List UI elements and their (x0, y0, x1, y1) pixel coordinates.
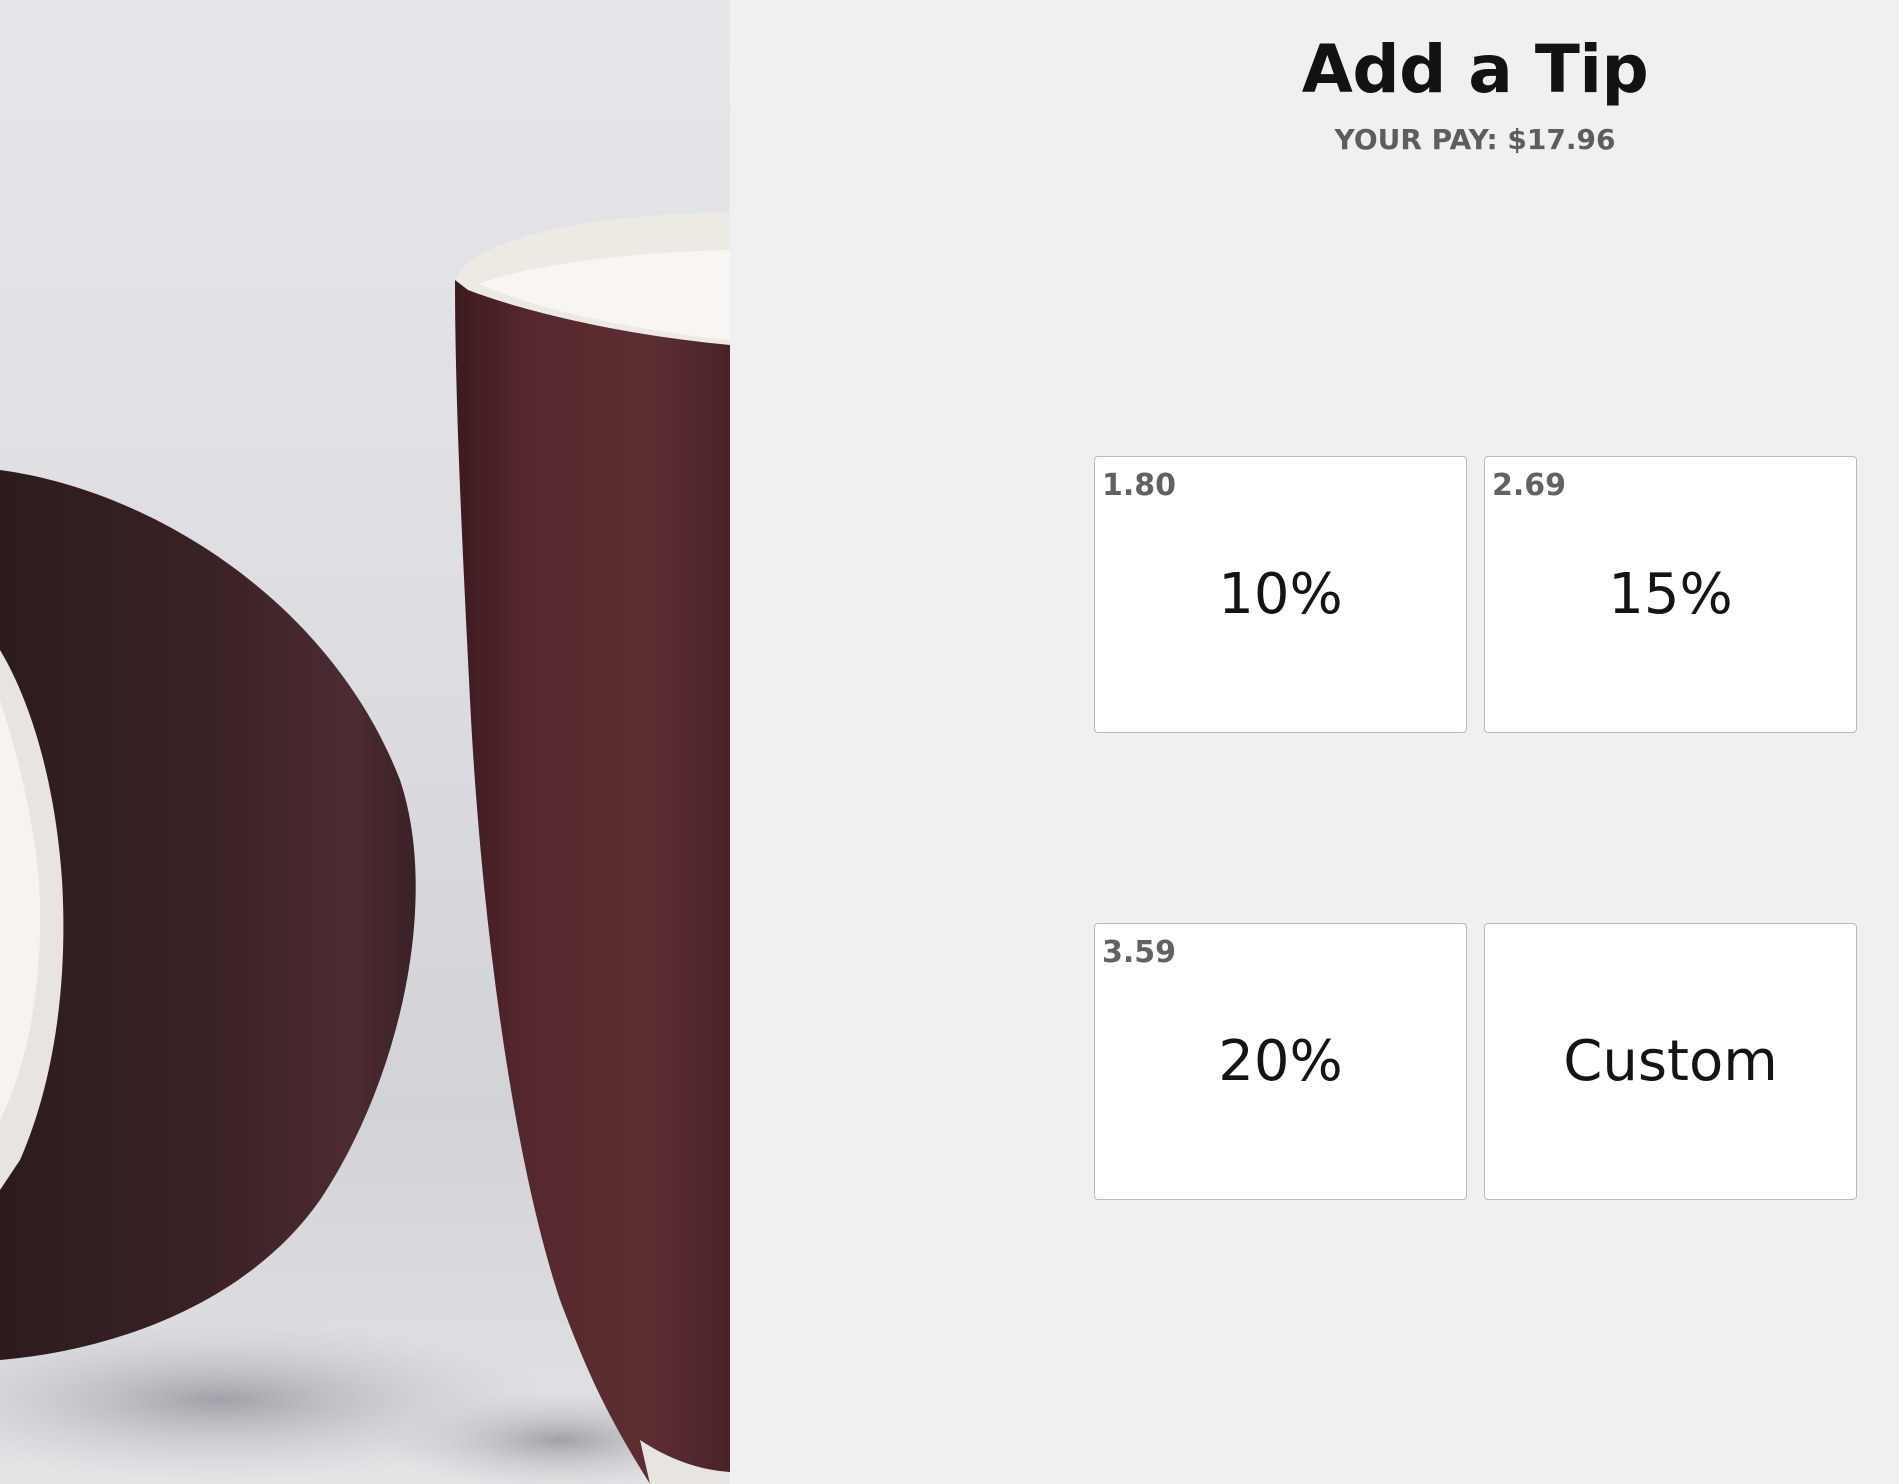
coffee-mugs-image (0, 0, 730, 1484)
custom-tip-button[interactable]: Custom (1484, 923, 1857, 1200)
your-pay-label: YOUR PAY: $17.96 (1334, 123, 1616, 156)
tip-panel (730, 0, 1899, 1484)
page-title: Add a Tip (1301, 31, 1649, 108)
custom-tip-label: Custom (1563, 1029, 1778, 1094)
tip-10-percent-button[interactable]: 1.80 10% (1094, 456, 1467, 733)
tip-amount: 3.59 (1102, 935, 1177, 970)
tip-amount: 1.80 (1102, 468, 1177, 503)
tip-percent-label: 20% (1218, 1029, 1343, 1094)
tip-amount: 2.69 (1492, 468, 1567, 503)
tip-20-percent-button[interactable]: 3.59 20% (1094, 923, 1467, 1200)
tip-15-percent-button[interactable]: 2.69 15% (1484, 456, 1857, 733)
tip-percent-label: 15% (1608, 562, 1733, 627)
tip-screen: Add a Tip YOUR PAY: $17.96 1.80 10% 2.69… (0, 0, 1899, 1484)
tip-percent-label: 10% (1218, 562, 1343, 627)
